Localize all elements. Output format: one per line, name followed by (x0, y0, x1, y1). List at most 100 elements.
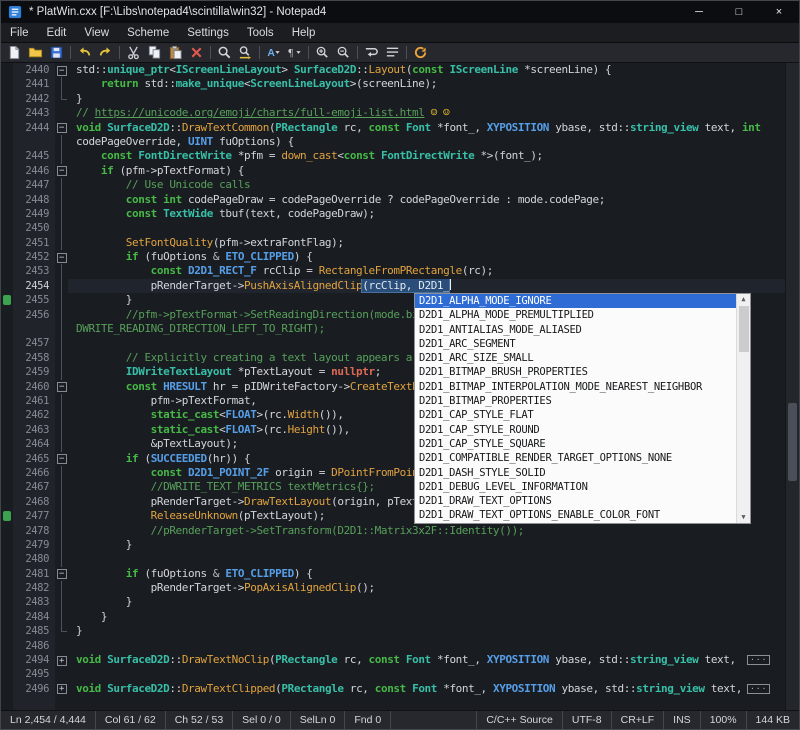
maximize-button[interactable]: □ (719, 1, 759, 23)
fold-collapsed-icon[interactable]: + (57, 656, 67, 666)
undo-button[interactable] (74, 44, 95, 62)
scroll-down-arrow-icon[interactable]: ▼ (741, 512, 745, 523)
code-text[interactable]: SetFontQuality(pfm->extraFontFlag); (68, 236, 785, 250)
line-number[interactable]: 2446 (13, 164, 55, 178)
line-number[interactable]: 2478 (13, 524, 55, 538)
menu-item-help[interactable]: Help (283, 23, 325, 42)
autocomplete-item[interactable]: D2D1_DEBUG_LEVEL_INFORMATION (415, 480, 736, 494)
line-ending-button[interactable]: ¶ (284, 44, 305, 62)
code-text[interactable]: const TextWide tbuf(text, codePageDraw); (68, 207, 785, 221)
vertical-scroll-thumb[interactable] (788, 403, 797, 481)
menu-item-scheme[interactable]: Scheme (118, 23, 178, 42)
line-number[interactable]: 2496 (13, 682, 55, 696)
code-text[interactable] (68, 552, 785, 566)
line-number[interactable]: 2465 (13, 452, 55, 466)
line-number[interactable]: 2441 (13, 77, 55, 91)
minimize-button[interactable]: ─ (679, 1, 719, 23)
code-text[interactable] (68, 221, 785, 235)
autocomplete-item[interactable]: D2D1_COMPATIBLE_RENDER_TARGET_OPTIONS_NO… (415, 451, 736, 465)
code-text[interactable]: void SurfaceD2D::DrawTextClipped(PRectan… (68, 682, 785, 696)
fold-open-icon[interactable]: − (57, 253, 67, 263)
autocomplete-item[interactable]: D2D1_ARC_SEGMENT (415, 337, 736, 351)
close-button[interactable]: × (759, 1, 799, 23)
fold-open-icon[interactable]: − (57, 382, 67, 392)
code-text[interactable]: if (pfm->pTextFormat) { (68, 164, 785, 178)
line-number[interactable]: 2451 (13, 236, 55, 250)
line-number[interactable]: 2455 (13, 293, 55, 307)
line-number[interactable]: 2466 (13, 466, 55, 480)
code-text[interactable] (68, 667, 785, 681)
autocomplete-item[interactable]: D2D1_BITMAP_PROPERTIES (415, 394, 736, 408)
fold-collapsed-icon[interactable]: + (57, 684, 67, 694)
cut-button[interactable] (123, 44, 144, 62)
code-text[interactable]: } (68, 538, 785, 552)
line-number[interactable] (13, 696, 55, 710)
line-number[interactable] (13, 322, 55, 336)
code-text[interactable]: } (68, 624, 785, 638)
line-number[interactable]: 2467 (13, 480, 55, 494)
line-number[interactable]: 2461 (13, 394, 55, 408)
menu-item-edit[interactable]: Edit (38, 23, 76, 42)
status-segment-left-1[interactable]: Col 61 / 62 (96, 711, 166, 729)
code-text[interactable]: std::unique_ptr<IScreenLineLayout> Surfa… (68, 63, 785, 77)
line-number[interactable]: 2479 (13, 538, 55, 552)
word-wrap-button[interactable] (361, 44, 382, 62)
line-number[interactable]: 2485 (13, 624, 55, 638)
zoom-out-button[interactable] (333, 44, 354, 62)
fold-open-icon[interactable]: − (57, 166, 67, 176)
fold-open-icon[interactable]: − (57, 66, 67, 76)
line-number[interactable]: 2459 (13, 365, 55, 379)
line-number[interactable]: 2460 (13, 380, 55, 394)
line-number[interactable]: 2448 (13, 193, 55, 207)
line-number[interactable]: 2445 (13, 149, 55, 163)
code-text[interactable]: const D2D1_RECT_F rcClip = RectangleFrom… (68, 264, 785, 278)
delete-button[interactable] (186, 44, 207, 62)
line-number[interactable]: 2440 (13, 63, 55, 77)
code-text[interactable] (68, 696, 785, 710)
line-number[interactable]: 2444 (13, 121, 55, 135)
line-number[interactable]: 2462 (13, 408, 55, 422)
status-segment-left-2[interactable]: Ch 52 / 53 (166, 711, 233, 729)
code-text[interactable] (68, 639, 785, 653)
status-segment-left-4[interactable]: SelLn 0 (291, 711, 346, 729)
reload-button[interactable] (410, 44, 431, 62)
line-number[interactable]: 2482 (13, 581, 55, 595)
code-text[interactable]: } (68, 92, 785, 106)
code-text[interactable]: } (68, 610, 785, 624)
editor[interactable]: 2440−std::unique_ptr<IScreenLineLayout> … (1, 63, 799, 710)
status-segment-left-3[interactable]: Sel 0 / 0 (233, 711, 291, 729)
line-number[interactable]: 2458 (13, 351, 55, 365)
title-bar[interactable]: * PlatWin.cxx [F:\Libs\notepad4\scintill… (1, 1, 799, 23)
line-number[interactable]: 2481 (13, 567, 55, 581)
line-number[interactable]: 2449 (13, 207, 55, 221)
line-number[interactable]: 2457 (13, 336, 55, 350)
zoom-in-button[interactable] (312, 44, 333, 62)
line-number[interactable]: 2464 (13, 437, 55, 451)
autocomplete-scrollbar[interactable]: ▲ ▼ (736, 294, 750, 523)
line-number[interactable]: 2495 (13, 667, 55, 681)
line-number[interactable]: 2452 (13, 250, 55, 264)
line-number[interactable]: 2477 (13, 509, 55, 523)
vertical-scrollbar[interactable] (785, 63, 799, 710)
line-number[interactable]: 2456 (13, 308, 55, 322)
code-text[interactable]: if (fuOptions & ETO_CLIPPED) { (68, 250, 785, 264)
code-text[interactable]: // https://unicode.org/emoji/charts/full… (68, 106, 785, 120)
line-number[interactable]: 2454 (13, 279, 55, 293)
menu-item-settings[interactable]: Settings (178, 23, 238, 42)
line-number[interactable]: 2442 (13, 92, 55, 106)
autocomplete-item[interactable]: D2D1_DRAW_TEXT_OPTIONS_ENABLE_COLOR_FONT (415, 508, 736, 522)
code-text[interactable]: // Use Unicode calls (68, 178, 785, 192)
line-number[interactable]: 2463 (13, 423, 55, 437)
paste-button[interactable] (165, 44, 186, 62)
code-text[interactable]: return std::make_unique<ScreenLineLayout… (68, 77, 785, 91)
code-text[interactable]: pRenderTarget->PushAxisAlignedClip(rcCli… (68, 279, 785, 293)
status-segment-right-1[interactable]: UTF-8 (562, 711, 611, 729)
open-file-button[interactable] (25, 44, 46, 62)
line-number[interactable]: 2494 (13, 653, 55, 667)
code-text[interactable]: const FontDirectWrite *pfm = down_cast<c… (68, 149, 785, 163)
redo-button[interactable] (95, 44, 116, 62)
line-number[interactable] (13, 135, 55, 149)
code-text[interactable]: //pRenderTarget->SetTransform(D2D1::Matr… (68, 524, 785, 538)
line-number[interactable]: 2453 (13, 264, 55, 278)
autocomplete-item[interactable]: D2D1_ARC_SIZE_SMALL (415, 351, 736, 365)
